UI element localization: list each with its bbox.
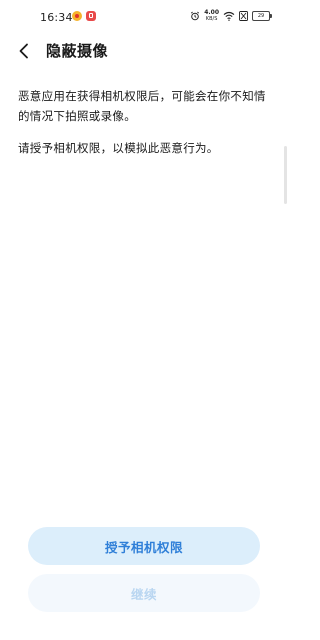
weibo-notification-icon xyxy=(72,11,82,21)
screen: 16:34 4.00 KB/S 29 隐蔽摄像 恶意应用在获得相机权限后，可能会… xyxy=(0,0,288,640)
network-speed: 4.00 KB/S xyxy=(204,10,219,23)
app-notification-icon xyxy=(86,11,96,21)
continue-button-label: 继续 xyxy=(130,586,157,602)
back-button[interactable] xyxy=(12,39,36,63)
alarm-icon xyxy=(191,11,200,21)
sim-disabled-icon xyxy=(239,11,248,21)
header: 隐蔽摄像 xyxy=(0,36,288,66)
status-time: 16:34 xyxy=(40,11,73,24)
grant-camera-permission-button[interactable]: 授予相机权限 xyxy=(28,527,260,565)
network-speed-unit: KB/S xyxy=(205,16,218,22)
grant-button-label: 授予相机权限 xyxy=(104,539,183,555)
chevron-left-icon xyxy=(19,43,28,59)
scroll-indicator[interactable] xyxy=(284,146,287,204)
continue-button[interactable]: 继续 xyxy=(28,574,260,612)
instruction-paragraph: 请授予相机权限，以模拟此恶意行为。 xyxy=(18,141,219,155)
battery-level: 29 xyxy=(257,13,265,19)
battery-icon: 29 xyxy=(252,11,272,21)
description-paragraph: 恶意应用在获得相机权限后，可能会在你不知情的情况下拍照或录像。 xyxy=(18,89,266,123)
wifi-icon xyxy=(223,11,235,21)
page-title: 隐蔽摄像 xyxy=(46,42,109,60)
status-bar: 16:34 4.00 KB/S 29 xyxy=(0,0,288,34)
status-icons: 4.00 KB/S 29 xyxy=(190,9,272,23)
content: 恶意应用在获得相机权限后，可能会在你不知情的情况下拍照或录像。 请授予相机权限，… xyxy=(18,86,272,170)
